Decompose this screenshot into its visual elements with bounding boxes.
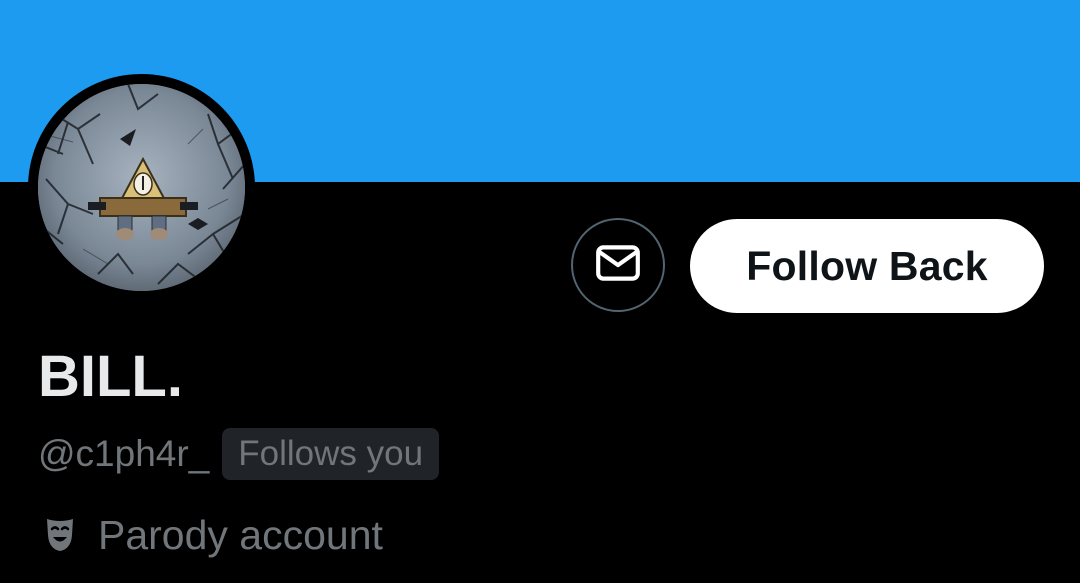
follows-you-badge: Follows you [222, 428, 440, 480]
message-button[interactable] [571, 218, 665, 312]
avatar[interactable] [38, 84, 245, 291]
parody-label-row[interactable]: Parody account [38, 508, 383, 562]
display-name: BILL. [38, 344, 183, 409]
envelope-icon [593, 238, 643, 293]
username-handle: @c1ph4r_ [38, 433, 210, 474]
follow-back-button[interactable]: Follow Back [690, 219, 1044, 313]
profile-page: Follow Back BILL. @c1ph4r_ Follows you P… [0, 0, 1080, 583]
avatar-image [38, 84, 245, 291]
theater-mask-icon [38, 513, 82, 557]
parody-account-label: Parody account [98, 512, 383, 558]
handle-row: @c1ph4r_ Follows you [38, 428, 440, 480]
